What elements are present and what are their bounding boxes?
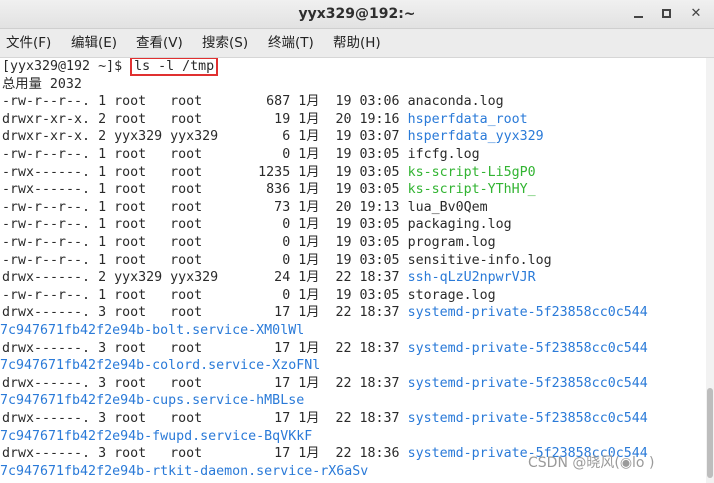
- file-name: anaconda.log: [407, 94, 504, 110]
- file-name: storage.log: [407, 287, 496, 303]
- file-meta: -rw-r--r--. 1 root root 73 1月 20 19:13: [2, 199, 408, 215]
- file-name-continuation: 7c947671fb42f2e94b-cups.service-hMBLse: [0, 393, 305, 409]
- file-meta: drwxr-xr-x. 2 yyx329 yyx329 6 1月 19 03:0…: [2, 129, 408, 145]
- listing-row: -rw-r--r--. 1 root root 0 1月 19 03:05 pr…: [2, 234, 496, 252]
- listing-row: -rw-r--r--. 1 root root 687 1月 19 03:06 …: [2, 93, 504, 111]
- listing-row: drwx------. 3 root root 17 1月 22 18:37 s…: [2, 375, 648, 393]
- file-name-continuation: 7c947671fb42f2e94b-bolt.service-XM0lWl: [0, 323, 305, 338]
- file-name: packaging.log: [407, 217, 512, 233]
- total-line: 总用量 2032: [2, 76, 82, 92]
- file-name: ks-script-YThHY_: [407, 182, 536, 198]
- listing-row: drwx------. 2 yyx329 yyx329 24 1月 22 18:…: [2, 269, 536, 287]
- maximize-icon: [661, 9, 671, 18]
- file-name: hsperfdata_root: [407, 111, 528, 127]
- file-name-continuation: 7c947671fb42f2e94b-colord.service-XzoFNl: [0, 358, 321, 374]
- file-name-continuation: 7c947671fb42f2e94b-fwupd.service-BqVKkF: [0, 428, 313, 444]
- listing-row: drwxr-xr-x. 2 root root 19 1月 20 19:16 h…: [2, 111, 528, 129]
- close-button[interactable]: ✕: [685, 4, 707, 24]
- file-name: systemd-private-5f23858cc0c544: [407, 411, 648, 426]
- file-name: ifcfg.log: [407, 147, 480, 162]
- listing-row: drwxr-xr-x. 2 yyx329 yyx329 6 1月 19 03:0…: [2, 128, 544, 146]
- file-name-continuation: 7c947671fb42f2e94b-rtkit-daemon.service-…: [0, 463, 369, 479]
- file-name: systemd-private-5f23858cc0c544: [407, 375, 648, 391]
- prompt-line: [yyx329@192 ~]$ ls -l /tmp: [2, 58, 219, 76]
- file-meta: -rwx------. 1 root root 1235 1月 19 03:05: [2, 164, 408, 180]
- file-meta: -rw-r--r--. 1 root root 687 1月 19 03:06: [2, 94, 408, 110]
- listing-row: -rw-r--r--. 1 root root 0 1月 19 03:05 st…: [2, 287, 496, 305]
- file-meta: drwx------. 3 root root 17 1月 22 18:37: [2, 375, 408, 391]
- shell-prompt: [yyx329@192 ~]$: [2, 59, 131, 74]
- menu-help[interactable]: 帮助(H): [333, 29, 381, 57]
- file-meta: -rw-r--r--. 1 root root 0 1月 19 03:05: [2, 217, 408, 233]
- maximize-button[interactable]: [655, 4, 677, 24]
- file-meta: -rw-r--r--. 1 root root 0 1月 19 03:05: [2, 252, 408, 268]
- file-name: program.log: [407, 235, 496, 250]
- file-name: ssh-qLzU2npwrVJR: [407, 270, 536, 286]
- file-name: lua_Bv0Qem: [407, 199, 488, 215]
- file-meta: drwx------. 3 root root 17 1月 22 18:37: [2, 411, 408, 426]
- file-meta: drwx------. 3 root root 17 1月 22 18:37: [2, 340, 408, 356]
- close-icon: ✕: [690, 6, 702, 21]
- title-bar: yyx329@192:~ ✕: [0, 0, 714, 29]
- menu-file[interactable]: 文件(F): [6, 29, 51, 57]
- menu-view[interactable]: 查看(V): [136, 29, 183, 57]
- menu-edit[interactable]: 编辑(E): [71, 29, 117, 57]
- file-name: systemd-private-5f23858cc0c544: [407, 340, 648, 356]
- file-meta: drwx------. 3 root root 17 1月 22 18:37: [2, 305, 408, 321]
- terminal-output[interactable]: [yyx329@192 ~]$ ls -l /tmp 总用量 2032 -rw-…: [0, 58, 714, 483]
- command-text: ls -l /tmp: [130, 58, 219, 76]
- listing-row: -rwx------. 1 root root 1235 1月 19 03:05…: [2, 164, 536, 182]
- listing-row: -rw-r--r--. 1 root root 73 1月 20 19:13 l…: [2, 199, 488, 217]
- listing-row: -rwx------. 1 root root 836 1月 19 03:05 …: [2, 181, 536, 199]
- menu-terminal[interactable]: 终端(T): [268, 29, 314, 57]
- listing-row: -rw-r--r--. 1 root root 0 1月 19 03:05 se…: [2, 252, 552, 270]
- listing-row: drwx------. 3 root root 17 1月 22 18:37 s…: [2, 340, 648, 358]
- scrollbar-thumb[interactable]: [707, 388, 713, 478]
- file-name: sensitive-info.log: [407, 252, 552, 268]
- file-meta: -rw-r--r--. 1 root root 0 1月 19 03:05: [2, 235, 408, 250]
- file-meta: drwxr-xr-x. 2 root root 19 1月 20 19:16: [2, 111, 408, 127]
- listing-row: -rw-r--r--. 1 root root 0 1月 19 03:05 pa…: [2, 216, 512, 234]
- listing-row: -rw-r--r--. 1 root root 0 1月 19 03:05 if…: [2, 146, 480, 164]
- listing-row: drwx------. 3 root root 17 1月 22 18:37 s…: [2, 410, 648, 428]
- file-meta: -rw-r--r--. 1 root root 0 1月 19 03:05: [2, 287, 408, 303]
- scrollbar[interactable]: [706, 58, 714, 483]
- watermark: CSDN @晓风(◉lo ): [528, 455, 655, 471]
- window-title: yyx329@192:~: [298, 6, 416, 22]
- file-name: hsperfdata_yyx329: [407, 129, 544, 145]
- minimize-button[interactable]: [627, 4, 649, 24]
- file-name: ks-script-Li5gP0: [407, 164, 536, 180]
- file-name: systemd-private-5f23858cc0c544: [407, 305, 648, 321]
- file-meta: -rw-r--r--. 1 root root 0 1月 19 03:05: [2, 147, 408, 162]
- file-meta: drwx------. 2 yyx329 yyx329 24 1月 22 18:…: [2, 270, 408, 286]
- file-meta: -rwx------. 1 root root 836 1月 19 03:05: [2, 182, 408, 198]
- file-meta: drwx------. 3 root root 17 1月 22 18:36: [2, 446, 408, 462]
- minimize-icon: [633, 15, 643, 18]
- listing-row: drwx------. 3 root root 17 1月 22 18:37 s…: [2, 304, 648, 322]
- menu-bar: 文件(F) 编辑(E) 查看(V) 搜索(S) 终端(T) 帮助(H): [0, 29, 714, 58]
- menu-search[interactable]: 搜索(S): [202, 29, 248, 57]
